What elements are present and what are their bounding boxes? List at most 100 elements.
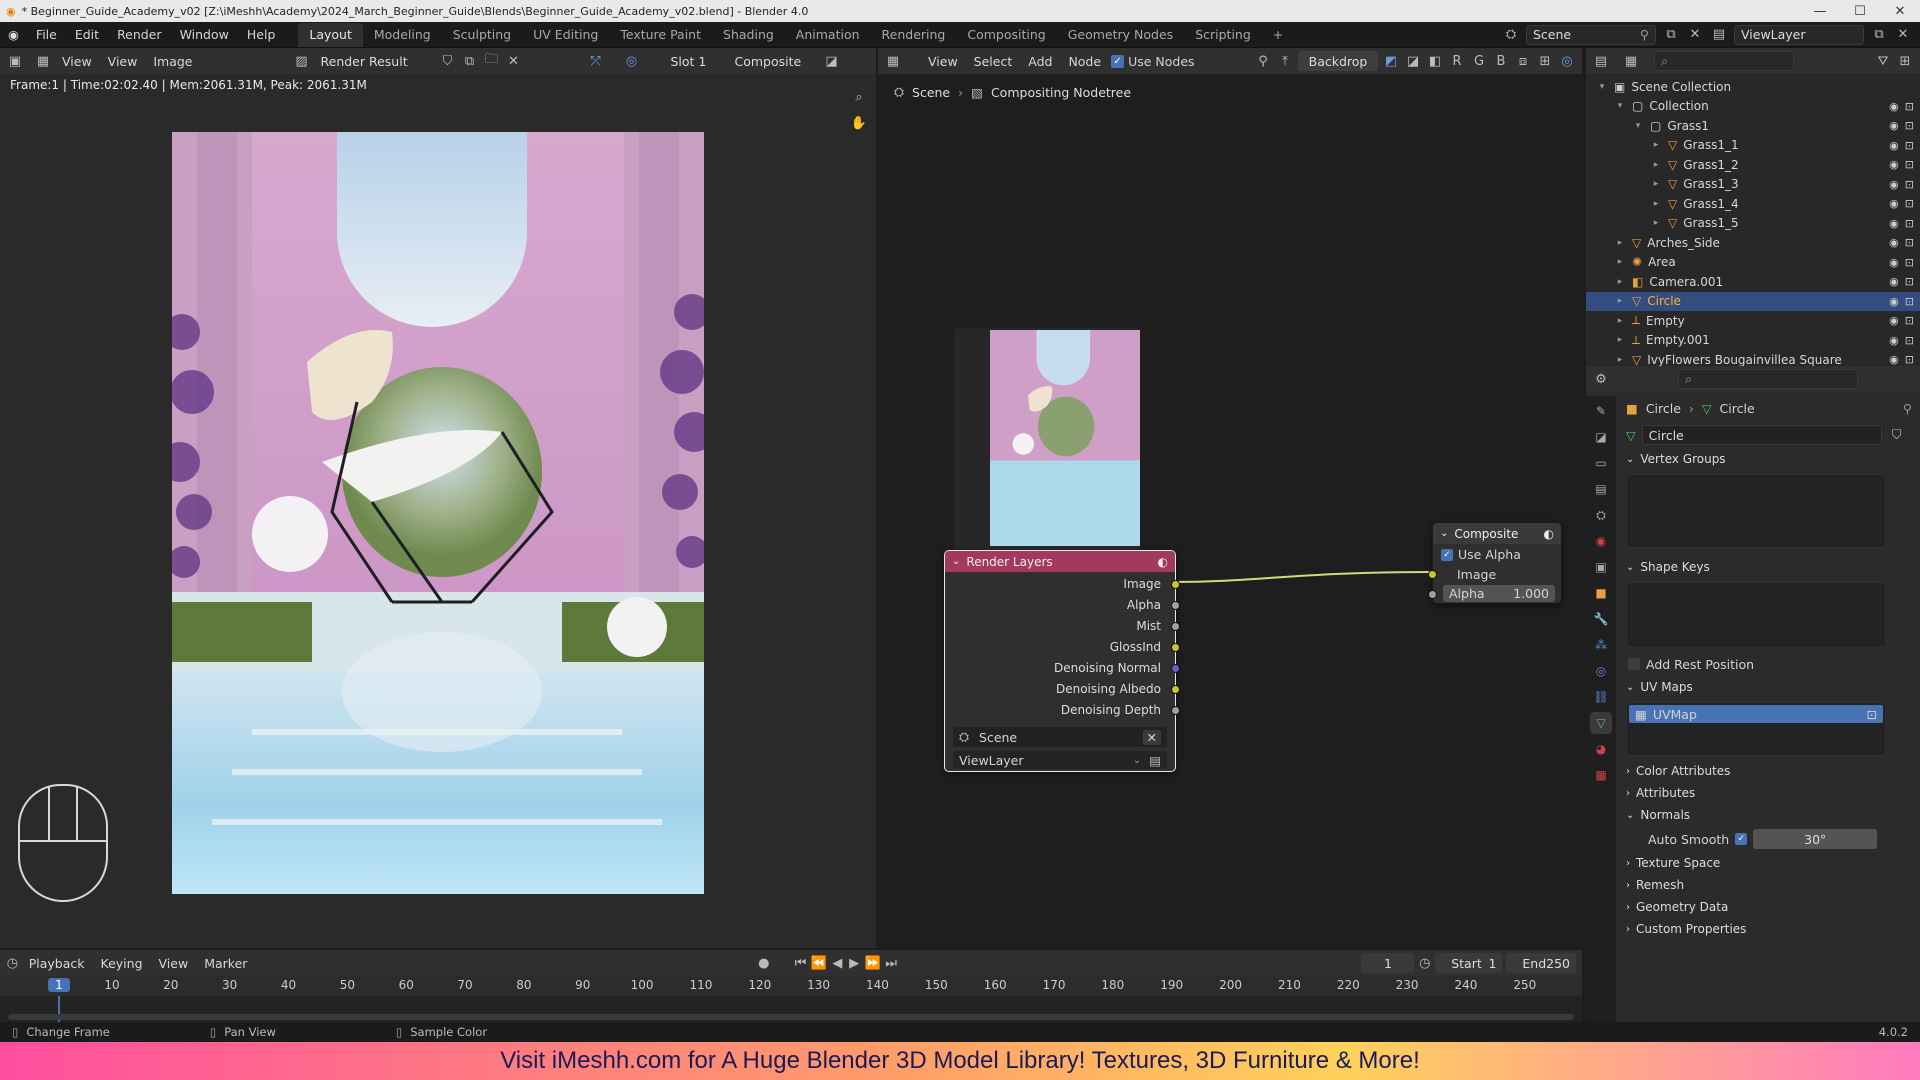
disclosure-triangle-icon[interactable]: ▾ (1632, 121, 1644, 131)
menu-marker[interactable]: Marker (198, 956, 253, 971)
add-workspace-icon[interactable]: + (1262, 27, 1294, 42)
outliner-row[interactable]: ▸ ⟂ Empty.001 ◉ ⊡ (1586, 331, 1920, 351)
close-icon[interactable]: ✕ (1880, 4, 1920, 19)
outliner-row[interactable]: ▸ ▽ Grass1_3 ◉ ⊡ (1586, 175, 1920, 195)
outliner-row[interactable]: ▸ ⟂ Empty ◉ ⊡ (1586, 311, 1920, 331)
disclosure-triangle-icon[interactable]: ▾ (1596, 82, 1608, 92)
render-camera-icon[interactable]: ⊡ (1905, 353, 1914, 366)
timeline-scrollbar[interactable] (8, 1014, 1574, 1020)
disclosure-triangle-icon[interactable]: ▸ (1650, 218, 1662, 228)
workspace-tab-scripting[interactable]: Scripting (1184, 27, 1262, 42)
world-tab-icon[interactable]: ◉ (1590, 530, 1612, 552)
delete-scene-icon[interactable]: ✕ (1686, 26, 1704, 44)
overlay-icon[interactable]: ◎ (623, 52, 641, 70)
visibility-eye-icon[interactable]: ◉ (1889, 256, 1899, 269)
material-tab-icon[interactable]: ◕ (1590, 738, 1612, 760)
menu-keying[interactable]: Keying (95, 956, 149, 971)
outliner-row[interactable]: ▸ ▽ Grass1_4 ◉ ⊡ (1586, 194, 1920, 214)
auto-smooth-angle-field[interactable]: 30° (1753, 829, 1878, 849)
current-frame-field[interactable]: 1 (1361, 953, 1415, 973)
workspace-tab-compositing[interactable]: Compositing (956, 27, 1056, 42)
disclosure-triangle-icon[interactable]: ▸ (1614, 238, 1626, 248)
disclosure-triangle-icon[interactable]: ▸ (1614, 257, 1626, 267)
remesh-panel-header[interactable]: › Remesh (1618, 874, 1920, 896)
pass-selector[interactable]: Composite (728, 51, 819, 71)
gizmo-icon[interactable]: ⤱ (587, 52, 605, 70)
viewlayer-selector[interactable]: ViewLayer (1734, 24, 1864, 45)
menu-view[interactable]: View (102, 54, 144, 69)
view-layer-tab-icon[interactable]: ▤ (1590, 478, 1612, 500)
scene-field[interactable]: ⛭ Scene ✕ (953, 727, 1167, 747)
pan-hand-icon[interactable]: ✋ (850, 114, 868, 132)
visibility-eye-icon[interactable]: ◉ (1889, 100, 1899, 113)
outliner-row[interactable]: ▸ ▽ Circle ◉ ⊡ (1586, 291, 1920, 311)
disclosure-triangle-icon[interactable]: ▸ (1614, 296, 1626, 306)
modifier-tab-icon[interactable]: 🔧 (1590, 608, 1612, 630)
texture-tab-icon[interactable]: ▦ (1590, 764, 1612, 786)
workspace-tab-uv-editing[interactable]: UV Editing (522, 27, 609, 42)
color-attributes-panel-header[interactable]: › Color Attributes (1618, 760, 1920, 782)
render-camera-icon[interactable]: ⊡ (1905, 139, 1914, 152)
render-tab-icon[interactable]: ◪ (1590, 426, 1612, 448)
display-channels-icon[interactable]: ◪ (823, 52, 841, 70)
render-camera-icon[interactable]: ⊡ (1905, 100, 1914, 113)
socket-input-image[interactable] (1428, 570, 1437, 579)
view-mode-dropdown[interactable]: View (56, 54, 98, 69)
composite-header[interactable]: ⌄ Composite ◐ (1433, 523, 1561, 544)
disclosure-triangle-icon[interactable]: ▸ (1650, 199, 1662, 209)
disclosure-triangle-icon[interactable]: ▸ (1650, 140, 1662, 150)
fake-user-icon[interactable]: ⛉ (1888, 426, 1906, 444)
render-camera-icon[interactable]: ⊡ (1905, 178, 1914, 191)
image-name-field[interactable]: Render Result (314, 51, 435, 71)
frame-ruler[interactable]: 1 10 20 30 40 50 60 70 80 90 100 110 120 130 140 150 160… (0, 976, 1582, 1022)
render-layers-header[interactable]: ⌄ Render Layers ◐ (945, 551, 1175, 572)
play-icon[interactable]: ▶ (848, 954, 861, 972)
scene-icon[interactable]: ⛭ (1502, 26, 1520, 44)
render-camera-icon[interactable]: ⊡ (1905, 236, 1914, 249)
render-camera-icon[interactable]: ⊡ (1905, 197, 1914, 210)
socket-denoising-depth[interactable] (1171, 706, 1180, 715)
workspace-tab-geometry-nodes[interactable]: Geometry Nodes (1057, 27, 1184, 42)
shape-keys-panel-header[interactable]: ⌄ Shape Keys (1618, 556, 1920, 578)
visibility-eye-icon[interactable]: ◉ (1889, 236, 1899, 249)
socket-alpha[interactable] (1171, 601, 1180, 610)
visibility-eye-icon[interactable]: ◉ (1889, 139, 1899, 152)
visibility-eye-icon[interactable]: ◉ (1889, 353, 1899, 366)
visibility-eye-icon[interactable]: ◉ (1889, 314, 1899, 327)
menu-render[interactable]: Render (108, 27, 171, 42)
jump-start-icon[interactable]: ⏮ (794, 954, 807, 972)
timeline-editor-type-icon[interactable]: ◷ (6, 954, 19, 972)
visibility-eye-icon[interactable]: ◉ (1889, 158, 1899, 171)
menu-playback[interactable]: Playback (23, 956, 91, 971)
slot-selector[interactable]: Slot 1 (664, 51, 725, 71)
render-result-image[interactable] (172, 132, 704, 894)
disclosure-triangle-icon[interactable]: ▸ (1650, 160, 1662, 170)
outliner-row[interactable]: ▸ ✺ Area ◉ ⊡ (1586, 253, 1920, 273)
collection-tab-icon[interactable]: ▣ (1590, 556, 1612, 578)
viewlayer-field[interactable]: ViewLayer ⌄ ▤ (953, 751, 1167, 769)
disclosure-triangle-icon[interactable]: ▸ (1650, 179, 1662, 189)
render-camera-icon[interactable]: ⊡ (1905, 158, 1914, 171)
mesh-browse-icon[interactable]: ▽ (1626, 428, 1636, 443)
delete-viewlayer-icon[interactable]: ✕ (1894, 26, 1912, 44)
blender-menu-icon[interactable]: ◉ (0, 27, 27, 42)
vertex-groups-list[interactable] (1626, 474, 1886, 548)
camera-icon[interactable]: ⊡ (1867, 707, 1877, 722)
outliner-search-input[interactable]: ⌕ (1654, 51, 1794, 71)
uv-maps-list[interactable]: ▦ UVMap ⊡ (1626, 702, 1886, 756)
outliner-editor-type-icon[interactable]: ▤ (1592, 52, 1610, 70)
properties-search-input[interactable]: ⌕ (1678, 369, 1858, 389)
attributes-panel-header[interactable]: › Attributes (1618, 782, 1920, 804)
menu-view[interactable]: View (153, 956, 195, 971)
outliner-row[interactable]: ▸ ◧ Camera.001 ◉ ⊡ (1586, 272, 1920, 292)
render-camera-icon[interactable]: ⊡ (1905, 217, 1914, 230)
unlink-image-icon[interactable]: ✕ (505, 52, 523, 70)
outliner-row[interactable]: ▾ ▣ Scene Collection (1586, 77, 1920, 97)
unlink-icon[interactable]: ✕ (1142, 729, 1161, 745)
visibility-eye-icon[interactable]: ◉ (1889, 295, 1899, 308)
particles-tab-icon[interactable]: ⁂ (1590, 634, 1612, 656)
auto-smooth-checkbox[interactable]: ✓ (1735, 833, 1748, 845)
disclosure-triangle-icon[interactable]: ▸ (1614, 277, 1626, 287)
alpha-field[interactable]: Alpha 1.000 (1443, 585, 1555, 602)
viewlayer-icon[interactable]: ▤ (1710, 26, 1728, 44)
